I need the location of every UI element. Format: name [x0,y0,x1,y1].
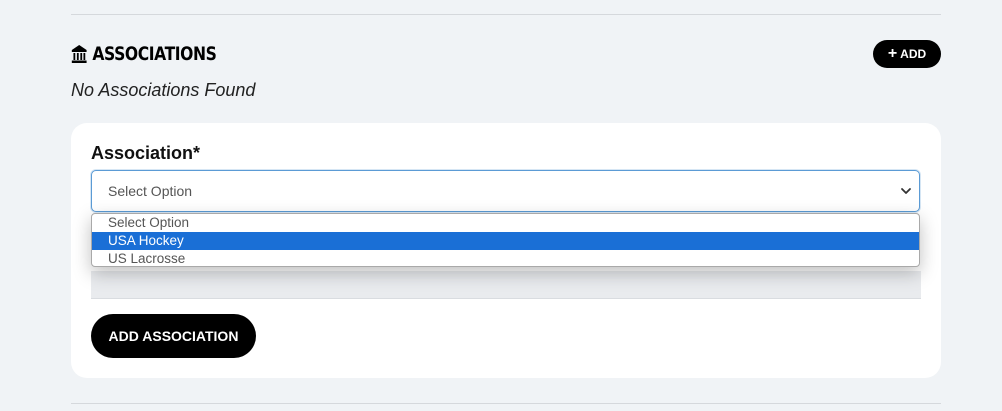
association-select-value: Select Option [108,183,193,199]
association-select[interactable]: Select Option [91,170,920,212]
add-association-button[interactable]: ADD ASSOCIATION [91,314,256,358]
association-dropdown-list: Select Option USA Hockey US Lacrosse [91,213,920,267]
section-title-text: ASSOCIATIONS [92,43,217,65]
hidden-field-row [91,271,921,299]
empty-message: No Associations Found [71,80,256,100]
option-select-option[interactable]: Select Option [92,214,919,232]
bank-building-icon [71,45,87,63]
association-form-card: Association* Select Option Select Option… [71,123,941,378]
association-field-label: Association* [91,143,201,163]
option-us-lacrosse[interactable]: US Lacrosse [92,250,919,266]
plus-icon: + [887,44,898,62]
bottom-divider [71,403,941,404]
chevron-down-icon [901,188,911,194]
option-usa-hockey[interactable]: USA Hockey [92,232,919,250]
add-button[interactable]: + ADD [873,40,941,68]
add-button-label: ADD [900,47,927,61]
section-title: ASSOCIATIONS [71,43,217,65]
top-divider [71,14,941,15]
